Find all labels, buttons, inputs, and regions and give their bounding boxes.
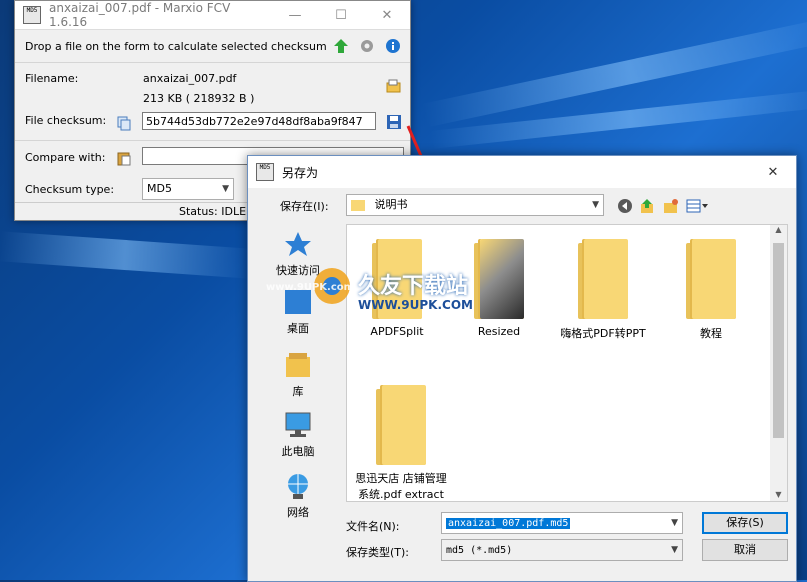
place-libraries[interactable]: 库 — [258, 351, 338, 399]
scroll-up-icon[interactable]: ▲ — [770, 225, 787, 234]
md5-app-icon: MD5 — [256, 163, 274, 181]
file-list-area[interactable]: APDFSplit Resized 嗨格式PDF转PPT 教程 思迅天店 店铺管… — [346, 224, 788, 502]
save-in-select[interactable]: 说明书 ▼ — [346, 194, 604, 216]
view-menu-icon[interactable] — [686, 197, 710, 215]
up-folder-icon[interactable] — [638, 197, 656, 215]
filename-value: anxaizai_007.pdf — [143, 72, 237, 85]
filename-label: Filename: — [25, 72, 79, 85]
folder-item[interactable]: 思迅天店 店铺管理系统.pdf extract — [351, 385, 451, 501]
computer-icon — [283, 411, 313, 439]
network-globe-icon — [283, 472, 313, 500]
vertical-scrollbar[interactable]: ▲ ▼ — [770, 225, 787, 501]
folder-item[interactable]: 教程 — [661, 239, 761, 341]
minimize-button[interactable]: — — [272, 1, 318, 29]
folder-item-label: 教程 — [700, 327, 722, 340]
divider — [15, 140, 410, 141]
wallpaper-beam — [0, 231, 251, 279]
filetype-label: 保存类型(T): — [346, 546, 410, 559]
folder-icon — [578, 239, 628, 319]
save-in-value: 说明书 — [374, 198, 408, 211]
close-button[interactable]: ✕ — [364, 1, 410, 29]
back-icon[interactable] — [616, 197, 634, 215]
checksum-type-value: MD5 — [147, 182, 172, 195]
upload-arrow-icon[interactable] — [332, 37, 350, 55]
checksum-type-label: Checksum type: — [25, 183, 115, 196]
paste-icon[interactable] — [115, 149, 133, 167]
dialog-titlebar: MD5 另存为 ✕ — [248, 156, 796, 188]
fcv-window-title: anxaizai_007.pdf - Marxio FCV 1.6.16 — [49, 1, 231, 29]
scroll-down-icon[interactable]: ▼ — [770, 490, 787, 499]
filetype-select[interactable]: md5 (*.md5) ▼ — [441, 539, 683, 561]
settings-gear-icon[interactable] — [358, 37, 376, 55]
md5-app-icon: MD5 — [23, 6, 41, 24]
place-label: 网络 — [287, 506, 309, 519]
place-label: 此电脑 — [281, 445, 315, 458]
watermark-url-left: www.9UPK.com — [266, 282, 355, 293]
folder-icon — [351, 199, 365, 211]
place-this-pc[interactable]: 此电脑 — [258, 411, 338, 459]
new-folder-icon[interactable] — [662, 197, 680, 215]
chevron-down-icon: ▼ — [592, 200, 599, 210]
save-button[interactable]: 保存(S) — [702, 512, 788, 534]
save-as-dialog: MD5 另存为 ✕ 保存在(I): 说明书 ▼ 快速访问 桌面 库 此电脑 网络 — [247, 155, 797, 582]
folder-item-label: Resized — [477, 325, 521, 338]
drop-hint-bar: Drop a file on the form to calculate sel… — [15, 30, 410, 63]
save-in-label: 保存在(I): — [280, 200, 329, 213]
cancel-button[interactable]: 取消 — [702, 539, 788, 561]
chevron-down-icon: ▼ — [222, 184, 229, 194]
fcv-titlebar: MD5 anxaizai_007.pdf - Marxio FCV 1.6.16… — [15, 1, 410, 30]
checksum-type-select[interactable]: MD5 ▼ — [142, 178, 234, 200]
filetype-value: md5 (*.md5) — [446, 545, 513, 556]
folder-icon — [376, 385, 426, 465]
library-icon — [283, 351, 313, 379]
checksum-field[interactable]: 5b744d53db772e2e97d48df8aba9f847 — [142, 112, 376, 130]
watermark-brand: 久友下载站 — [358, 274, 469, 299]
folder-item-label: 思迅天店 店铺管理系统.pdf extract — [355, 472, 447, 501]
folder-item-label: 嗨格式PDF转PPT — [560, 327, 646, 340]
chevron-down-icon: ▼ — [671, 518, 678, 528]
copy-icon[interactable] — [115, 114, 133, 132]
folder-item-label: APDFSplit — [370, 325, 424, 338]
star-icon — [283, 230, 313, 258]
open-file-icon[interactable] — [385, 77, 403, 95]
photo-folder-icon — [474, 239, 524, 319]
folder-item[interactable]: 嗨格式PDF转PPT — [553, 239, 653, 341]
filename-input[interactable]: anxaizai_007.pdf.md5 ▼ — [441, 512, 683, 534]
maximize-button[interactable]: ☐ — [318, 1, 364, 29]
info-icon[interactable] — [384, 37, 402, 55]
drop-hint-text: Drop a file on the form to calculate sel… — [25, 39, 327, 53]
checksum-label: File checksum: — [25, 114, 107, 127]
place-label: 库 — [292, 385, 304, 398]
place-label: 桌面 — [287, 322, 309, 335]
file-size-value: 213 KB ( 218932 B ) — [143, 92, 255, 105]
dialog-close-button[interactable]: ✕ — [750, 158, 796, 186]
documents-folder-icon — [686, 239, 736, 319]
chevron-down-icon: ▼ — [671, 545, 678, 555]
filename-label: 文件名(N): — [346, 520, 400, 533]
watermark-url-right: WWW.9UPK.COM — [358, 298, 473, 312]
compare-label: Compare with: — [25, 151, 106, 164]
scrollbar-thumb[interactable] — [773, 243, 784, 438]
filename-value: anxaizai_007.pdf.md5 — [446, 518, 571, 529]
dialog-title: 另存为 — [282, 165, 319, 180]
place-network[interactable]: 网络 — [258, 472, 338, 520]
